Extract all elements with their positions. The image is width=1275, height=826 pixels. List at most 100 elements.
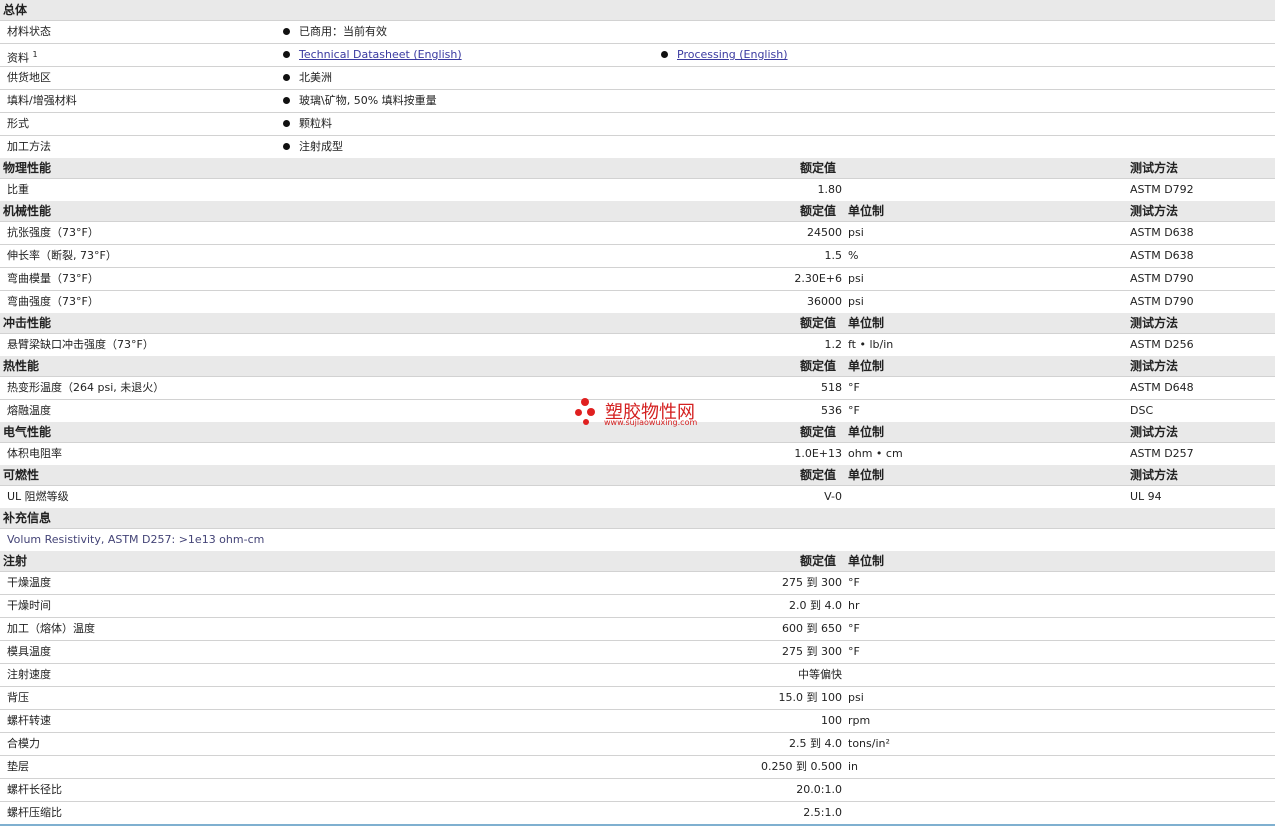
row-value: 玻璃\矿物, 50% 填料按重量 xyxy=(283,90,437,112)
row-test: ASTM D638 xyxy=(1130,249,1194,262)
col-header-unit: 单位制 xyxy=(848,468,885,482)
section-header-supplement: 补充信息 xyxy=(0,508,1275,529)
row-unit: ohm • cm xyxy=(848,447,903,460)
table-row: 螺杆压缩比 2.5:1.0 xyxy=(0,802,1275,825)
section-header-impact: 冲击性能 额定值 单位制 测试方法 xyxy=(0,313,1275,334)
col-header-nominal: 额定值 xyxy=(800,359,837,373)
table-row: 抗张强度（73°F） 24500 psi ASTM D638 xyxy=(0,222,1275,245)
col-header-unit: 单位制 xyxy=(848,316,885,330)
section-header-thermal: 热性能 额定值 单位制 测试方法 xyxy=(0,356,1275,377)
row-label: 体积电阻率 xyxy=(7,447,62,460)
row-unit: in xyxy=(848,760,859,773)
col-header-unit: 单位制 xyxy=(848,359,885,373)
table-row: 注射速度 中等偏快 xyxy=(0,664,1275,687)
col-header-nominal: 额定值 xyxy=(800,468,837,482)
row-label: 垫层 xyxy=(7,760,29,773)
row-unit: hr xyxy=(848,599,860,612)
row-label: UL 阻燃等级 xyxy=(7,490,69,503)
row-value: 1.2 xyxy=(824,338,843,351)
section-title: 热性能 xyxy=(3,359,40,373)
table-row: 比重 1.80 ASTM D792 xyxy=(0,179,1275,202)
logo-dot-icon xyxy=(575,409,582,416)
row-value: 275 到 300 xyxy=(782,645,842,658)
row-value: 536 xyxy=(821,404,842,417)
table-row: 垫层 0.250 到 0.500 in xyxy=(0,756,1275,779)
bullet-icon xyxy=(283,119,290,127)
col-header-test: 测试方法 xyxy=(1130,316,1179,330)
row-value: 0.250 到 0.500 xyxy=(761,760,842,773)
row-value: 100 xyxy=(821,714,842,727)
row-unit: ft • lb/in xyxy=(848,338,894,351)
row-test: ASTM D790 xyxy=(1130,295,1194,308)
table-row: UL 阻燃等级 V-0 UL 94 xyxy=(0,486,1275,509)
processing-link-item: Processing (English) xyxy=(661,44,788,66)
row-value: 北美洲 xyxy=(283,67,332,89)
row-label: 干燥温度 xyxy=(7,576,51,589)
table-row: 体积电阻率 1.0E+13 ohm • cm ASTM D257 xyxy=(0,443,1275,466)
row-label: 螺杆压缩比 xyxy=(7,806,62,819)
section-title: 注射 xyxy=(3,554,28,568)
col-header-test: 测试方法 xyxy=(1130,425,1179,439)
table-row: Volum Resistivity, ASTM D257: >1e13 ohm-… xyxy=(0,529,1275,552)
processing-link[interactable]: Processing (English) xyxy=(677,48,788,61)
row-test: ASTM D638 xyxy=(1130,226,1194,239)
section-title: 冲击性能 xyxy=(3,316,52,330)
section-title: 可燃性 xyxy=(3,468,40,482)
col-header-unit: 单位制 xyxy=(848,204,885,218)
row-test: DSC xyxy=(1130,404,1154,417)
table-row: 模具温度 275 到 300 °F xyxy=(0,641,1275,664)
table-row: 干燥温度 275 到 300 °F xyxy=(0,572,1275,595)
row-unit: °F xyxy=(848,622,860,635)
table-row: 材料状态 已商用：当前有效 xyxy=(0,21,1275,44)
col-header-nominal: 额定值 xyxy=(800,204,837,218)
bullet-icon xyxy=(283,50,290,58)
section-header-injection: 注射 额定值 单位制 xyxy=(0,551,1275,572)
row-label: 弯曲强度（73°F） xyxy=(7,295,99,308)
table-row: 螺杆转速 100 rpm xyxy=(0,710,1275,733)
row-test: ASTM D257 xyxy=(1130,447,1194,460)
row-label: 加工方法 xyxy=(7,140,51,153)
section-title: 总体 xyxy=(3,3,28,17)
row-value: 中等偏快 xyxy=(798,668,842,681)
watermark-logo: 塑胶物性网 www.sujiaowuxing.com xyxy=(575,396,705,430)
footnote-marker[interactable]: 1 xyxy=(33,50,38,59)
row-label: 供货地区 xyxy=(7,71,51,84)
row-value: 2.30E+6 xyxy=(794,272,842,285)
datasheet-link-item: Technical Datasheet (English) xyxy=(283,44,462,66)
row-label: 模具温度 xyxy=(7,645,51,658)
row-value: 2.0 到 4.0 xyxy=(789,599,842,612)
row-label: 加工（熔体）温度 xyxy=(7,622,95,635)
table-row: 弯曲强度（73°F） 36000 psi ASTM D790 xyxy=(0,291,1275,314)
col-header-nominal: 额定值 xyxy=(800,161,837,175)
table-row: 合模力 2.5 到 4.0 tons/in² xyxy=(0,733,1275,756)
row-unit: °F xyxy=(848,404,860,417)
table-row: 背压 15.0 到 100 psi xyxy=(0,687,1275,710)
bullet-icon xyxy=(283,73,290,81)
row-value: 24500 xyxy=(807,226,842,239)
row-value: 注射成型 xyxy=(283,136,343,158)
row-label: 悬臂梁缺口冲击强度（73°F） xyxy=(7,338,154,351)
table-row: 资料 1 Technical Datasheet (English) Proce… xyxy=(0,44,1275,67)
col-header-test: 测试方法 xyxy=(1130,468,1179,482)
row-value: 600 到 650 xyxy=(782,622,842,635)
row-label: 螺杆转速 xyxy=(7,714,51,727)
section-title: 机械性能 xyxy=(3,204,52,218)
row-label: 熔融温度 xyxy=(7,404,51,417)
row-label: 合模力 xyxy=(7,737,40,750)
technical-datasheet-link[interactable]: Technical Datasheet (English) xyxy=(299,48,462,61)
row-value: 1.5 xyxy=(824,249,843,262)
section-title: 物理性能 xyxy=(3,161,52,175)
col-header-nominal: 额定值 xyxy=(800,554,837,568)
row-value: 36000 xyxy=(807,295,842,308)
row-value: 1.0E+13 xyxy=(794,447,842,460)
bullet-icon xyxy=(283,96,290,104)
row-label: 形式 xyxy=(7,117,29,130)
section-title: 补充信息 xyxy=(3,511,52,525)
row-label: 伸长率（断裂, 73°F） xyxy=(7,249,117,262)
section-header-physical: 物理性能 额定值 测试方法 xyxy=(0,158,1275,179)
table-row: 加工（熔体）温度 600 到 650 °F xyxy=(0,618,1275,641)
table-row: 干燥时间 2.0 到 4.0 hr xyxy=(0,595,1275,618)
table-row: 弯曲模量（73°F） 2.30E+6 psi ASTM D790 xyxy=(0,268,1275,291)
row-unit: psi xyxy=(848,226,864,239)
table-row: 伸长率（断裂, 73°F） 1.5 % ASTM D638 xyxy=(0,245,1275,268)
